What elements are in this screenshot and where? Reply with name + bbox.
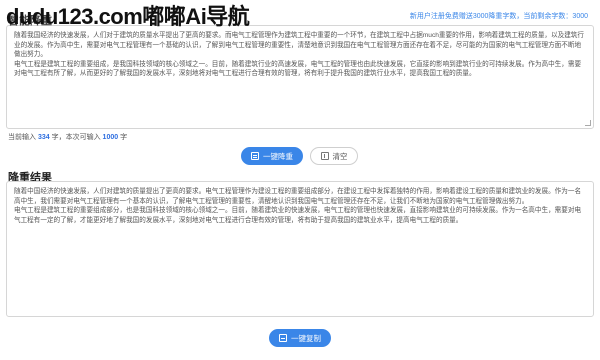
counter-limit: 1000 (102, 134, 119, 141)
source-paragraph: 电气工程是建筑工程的重要组成，是我国科技领域的核心领域之一。目前，随着建筑行业的… (14, 60, 582, 78)
reduce-button[interactable]: 一键降重 (241, 147, 303, 165)
copy-button-label: 一键复制 (291, 333, 321, 343)
watermark-text: dudu123.com嘟嘟Ai导航 (6, 4, 250, 29)
source-paragraph: 随着我国经济的快速发展，人们对于建筑的质量水平提出了更高的要求。而电气工程管理作… (14, 32, 584, 59)
counter-suffix: 字 (120, 134, 128, 141)
resize-grip-icon[interactable] (585, 120, 591, 126)
result-paragraph: 随着中国经济的快速发展，人们对建筑的质量提出了更高的要求。电气工程管理作为建设工… (14, 188, 582, 205)
copy-button[interactable]: 一键复制 (269, 329, 331, 347)
counter-middle: 字，本次可输入 (51, 134, 101, 141)
copy-icon (279, 334, 287, 342)
result-text-output[interactable]: 随着中国经济的快速发展，人们对建筑的质量提出了更高的要求。电气工程管理作为建设工… (6, 181, 594, 317)
counter-current: 334 (37, 134, 50, 141)
document-icon (251, 152, 259, 160)
word-counter: 当前输入 334 字，本次可输入 1000 字 (8, 132, 127, 142)
free-quota-count: 3000 (572, 13, 588, 20)
page: dudu123.com嘟嘟Ai导航 智能降重 新用户注册免费赠送3000降重字数… (0, 0, 600, 360)
clear-button[interactable]: 清空 (310, 147, 358, 165)
counter-prefix: 当前输入 (8, 134, 36, 141)
reduce-button-label: 一键降重 (263, 151, 293, 161)
source-text-input[interactable]: 随着我国经济的快速发展，人们对于建筑的质量水平提出了更高的要求。而电气工程管理作… (6, 25, 594, 129)
clear-icon (320, 152, 329, 160)
result-paragraph: 电气工程是建筑工程的重要组成部分，也是我国科技领域的核心领域之一。目前，随着建筑… (14, 207, 582, 224)
clear-button-label: 清空 (332, 151, 348, 161)
free-quota-text: 新用户注册免费赠送3000降重字数，当前剩余字数： (409, 13, 573, 20)
free-quota-note: 新用户注册免费赠送3000降重字数，当前剩余字数：3000 (410, 11, 588, 21)
